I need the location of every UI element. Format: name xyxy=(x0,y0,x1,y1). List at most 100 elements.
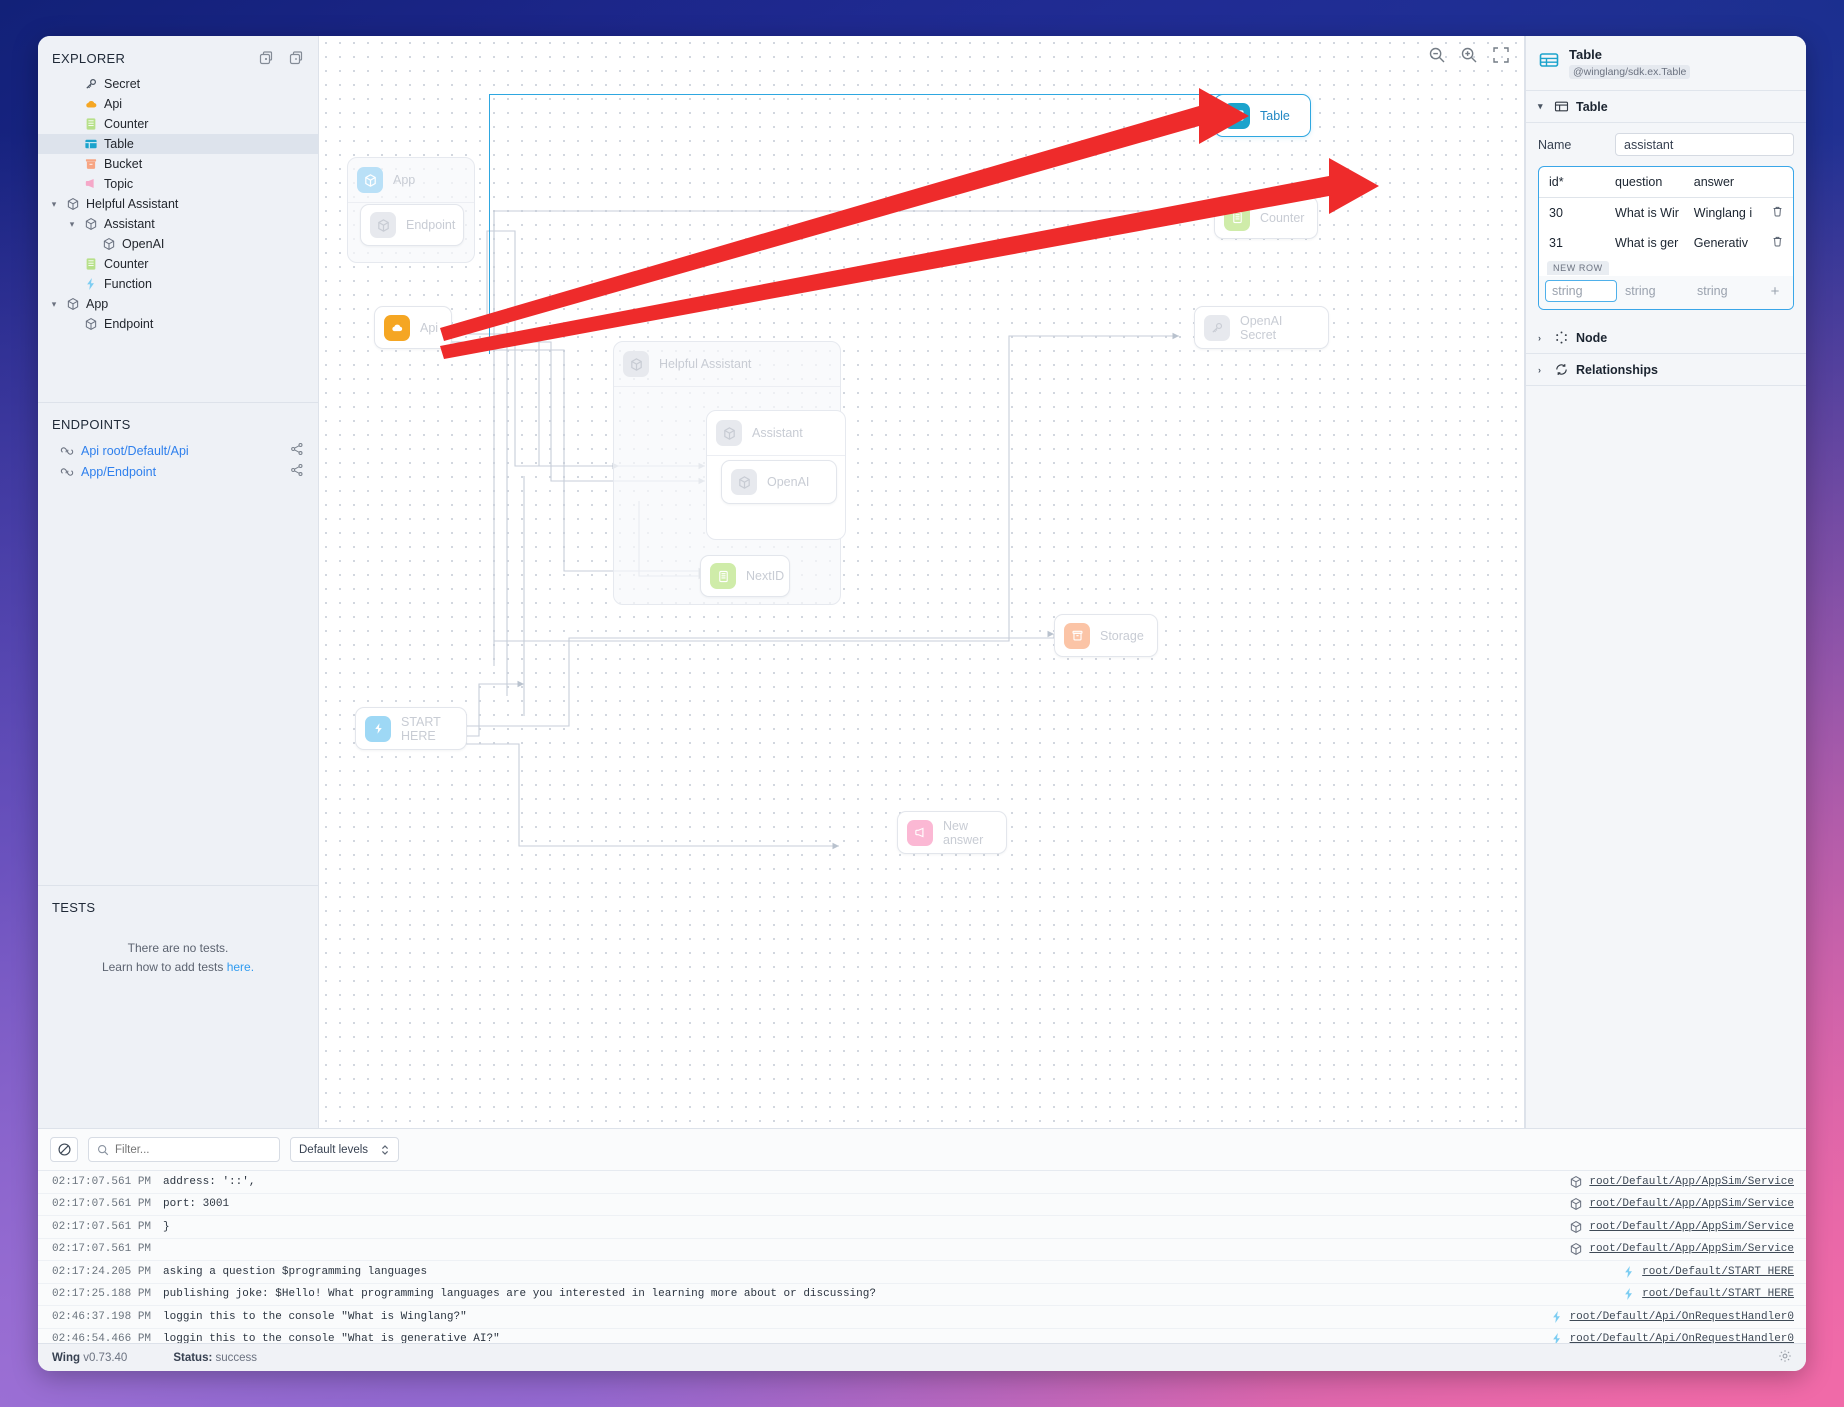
inspector-section-node[interactable]: › Node xyxy=(1526,322,1806,354)
endpoint-item[interactable]: Api root/Default/Api xyxy=(38,440,318,461)
plus-icon[interactable]: + xyxy=(1763,283,1787,300)
chevron-down-icon[interactable]: ▾ xyxy=(48,298,60,310)
sidebar-item-label: Counter xyxy=(104,257,149,271)
new-row-cell-2[interactable]: string xyxy=(1691,281,1761,301)
log-row[interactable]: 02:46:37.198 PM loggin this to the consol… xyxy=(38,1306,1806,1329)
node-new-answer-label: New answer xyxy=(943,818,984,847)
cell-question[interactable]: What is ger xyxy=(1605,228,1684,258)
node-new-answer[interactable]: New answer xyxy=(897,811,1007,854)
share-icon[interactable] xyxy=(290,442,304,459)
endpoint-item[interactable]: App/Endpoint xyxy=(38,461,318,482)
sidebar-item-assistant[interactable]: ▾ Assistant xyxy=(38,214,318,234)
expand-all-icon[interactable] xyxy=(258,50,274,66)
log-row[interactable]: 02:17:07.561 PM root/Default/App/AppSim/S… xyxy=(38,1239,1806,1261)
tests-section: TESTS There are no tests. Learn how to a… xyxy=(38,885,318,1128)
column-header: question xyxy=(1605,167,1684,198)
node-openai[interactable]: OpenAI xyxy=(721,460,837,504)
cube-icon xyxy=(1569,1197,1583,1211)
node-openai-secret-label: OpenAI Secret xyxy=(1240,313,1283,342)
sidebar-item-endpoint[interactable]: ▾Endpoint xyxy=(38,314,318,334)
log-source-label: root/Default/App/AppSim/Service xyxy=(1589,1198,1794,1211)
sidebar-item-topic[interactable]: ▾Topic xyxy=(38,174,318,194)
console-log-list[interactable]: 02:17:07.561 PM address: '::', root/Defau… xyxy=(38,1171,1806,1343)
cell-answer[interactable]: Generativ xyxy=(1684,228,1763,258)
sidebar-item-table[interactable]: ▾Table xyxy=(38,134,318,154)
console-filter[interactable] xyxy=(88,1137,280,1162)
log-source-link[interactable]: root/Default/Api/OnRequestHandler0 xyxy=(1550,1310,1794,1324)
table-data-grid[interactable]: id* question answer 30 What is Wir Winglang … xyxy=(1538,166,1794,310)
node-endpoint[interactable]: Endpoint xyxy=(360,204,464,246)
collapse-all-icon[interactable] xyxy=(288,50,304,66)
new-row-cell-1[interactable]: string xyxy=(1619,281,1689,301)
log-row[interactable]: 02:17:07.561 PM port: 3001 root/Default/A… xyxy=(38,1194,1806,1216)
console-levels-select[interactable]: Default levels xyxy=(290,1137,400,1162)
trash-icon[interactable] xyxy=(1763,198,1794,229)
log-timestamp: 02:17:07.561 PM xyxy=(52,1198,152,1211)
chevron-down-icon[interactable]: ▾ xyxy=(48,198,60,210)
inspector-section-node-label: Node xyxy=(1576,330,1608,345)
log-message: loggin this to the console "What is Wing… xyxy=(163,1310,467,1323)
sidebar-item-bucket[interactable]: ▾Bucket xyxy=(38,154,318,174)
chevron-down-icon[interactable]: ▾ xyxy=(66,218,78,230)
sidebar-item-secret[interactable]: ▾Secret xyxy=(38,74,318,94)
node-nextid[interactable]: NextID xyxy=(700,555,790,597)
node-start-here[interactable]: START HERE xyxy=(355,707,467,750)
cell-id[interactable]: 30 xyxy=(1539,198,1605,229)
node-api[interactable]: Api xyxy=(374,306,452,349)
new-row-cell-0[interactable]: string xyxy=(1545,280,1617,302)
log-source-link[interactable]: root/Default/Api/OnRequestHandler0 xyxy=(1550,1332,1794,1343)
sidebar-item-counter[interactable]: ▾Counter xyxy=(38,254,318,274)
log-source-link[interactable]: root/Default/App/AppSim/Service xyxy=(1569,1242,1794,1256)
log-row[interactable]: 02:17:25.188 PM publishing joke: $Hello! … xyxy=(38,1284,1806,1306)
tests-help-link[interactable]: here. xyxy=(227,960,254,974)
log-row[interactable]: 02:17:07.561 PM address: '::', root/Defau… xyxy=(38,1171,1806,1194)
clear-console-icon[interactable] xyxy=(50,1137,78,1162)
trash-icon[interactable] xyxy=(1763,228,1794,258)
node-openai-secret[interactable]: OpenAI Secret xyxy=(1194,306,1329,349)
log-source-link[interactable]: root/Default/App/AppSim/Service xyxy=(1569,1197,1794,1211)
sidebar-item-api[interactable]: ▾Api xyxy=(38,94,318,114)
zoom-in-icon[interactable] xyxy=(1460,46,1478,64)
log-source-label: root/Default/START HERE xyxy=(1642,1288,1794,1301)
table-row[interactable]: 31 What is ger Generativ xyxy=(1539,228,1793,258)
new-row-label: NEW ROW xyxy=(1547,261,1609,275)
console-toolbar: Default levels xyxy=(38,1129,1806,1171)
table-row[interactable]: 30 What is Wir Winglang i xyxy=(1539,198,1793,229)
sidebar-item-function[interactable]: ▾Function xyxy=(38,274,318,294)
log-source-link[interactable]: root/Default/START HERE xyxy=(1622,1287,1794,1301)
inspector-subtitle: @winglang/sdk.ex.Table xyxy=(1569,65,1691,79)
sidebar-item-openai[interactable]: ▾OpenAI xyxy=(38,234,318,254)
node-table[interactable]: Table xyxy=(1214,94,1311,137)
group-helpful-assistant-header: Helpful Assistant xyxy=(614,342,840,387)
gear-icon[interactable] xyxy=(1778,1349,1792,1366)
log-source-link[interactable]: root/Default/App/AppSim/Service xyxy=(1569,1175,1794,1189)
group-app[interactable]: App Endpoint xyxy=(347,157,475,263)
log-row[interactable]: 02:46:54.466 PM loggin this to the consol… xyxy=(38,1329,1806,1343)
cell-answer[interactable]: Winglang i xyxy=(1684,198,1763,229)
status-value: success xyxy=(215,1351,258,1364)
group-helpful-assistant[interactable]: Helpful Assistant Assistant OpenAI NextI… xyxy=(613,341,846,605)
zoom-out-icon[interactable] xyxy=(1428,46,1446,64)
fit-screen-icon[interactable] xyxy=(1492,46,1510,64)
log-source-link[interactable]: root/Default/App/AppSim/Service xyxy=(1569,1220,1794,1234)
log-source-label: root/Default/Api/OnRequestHandler0 xyxy=(1569,1333,1794,1343)
app-version: v0.73.40 xyxy=(83,1351,128,1364)
log-row[interactable]: 02:17:24.205 PM asking a question $progra… xyxy=(38,1261,1806,1284)
sidebar-item-app[interactable]: ▾ App xyxy=(38,294,318,314)
console-filter-input[interactable] xyxy=(115,1143,271,1156)
node-counter[interactable]: Counter xyxy=(1214,196,1318,239)
canvas[interactable]: App Endpoint Helpful Assistant Assistant… xyxy=(319,36,1525,1128)
share-icon[interactable] xyxy=(290,463,304,480)
group-assistant[interactable]: Assistant OpenAI xyxy=(706,410,846,540)
sidebar-item-counter[interactable]: ▾Counter xyxy=(38,114,318,134)
cell-id[interactable]: 31 xyxy=(1539,228,1605,258)
log-source-label: root/Default/START HERE xyxy=(1642,1265,1794,1278)
name-input[interactable] xyxy=(1615,133,1794,156)
inspector-section-relationships[interactable]: › Relationships xyxy=(1526,354,1806,386)
inspector-section-table[interactable]: ▾ Table xyxy=(1526,91,1806,123)
log-source-link[interactable]: root/Default/START HERE xyxy=(1622,1265,1794,1279)
cell-question[interactable]: What is Wir xyxy=(1605,198,1684,229)
node-storage[interactable]: Storage xyxy=(1054,614,1158,657)
sidebar-item-helpful-assistant[interactable]: ▾ Helpful Assistant xyxy=(38,194,318,214)
log-row[interactable]: 02:17:07.561 PM} root/Default/App/AppSim/… xyxy=(38,1216,1806,1239)
